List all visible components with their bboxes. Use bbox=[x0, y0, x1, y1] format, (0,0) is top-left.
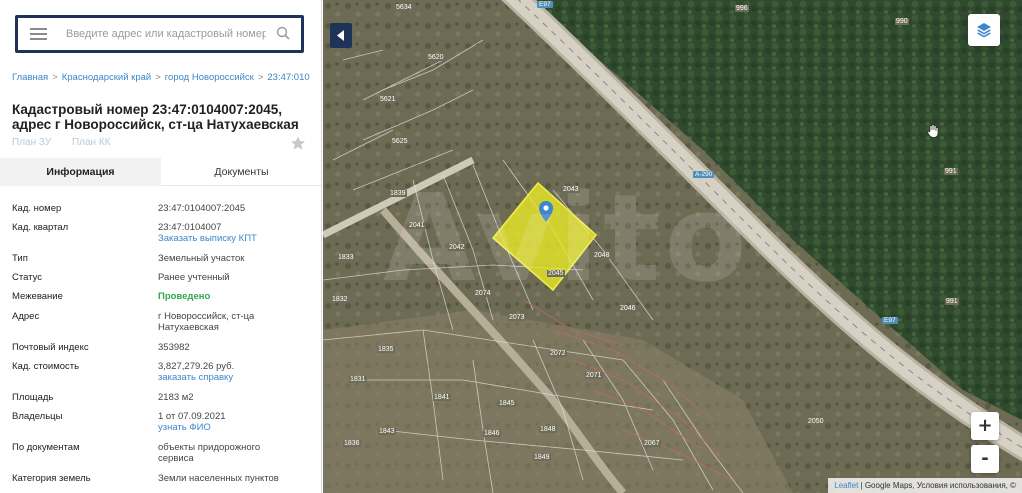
search-bar bbox=[15, 15, 304, 53]
plot-label: 996 bbox=[735, 5, 749, 12]
row-key: Категория земель bbox=[12, 473, 91, 484]
chevron-left-icon bbox=[337, 30, 344, 41]
plan-zu-link[interactable]: План ЗУ bbox=[12, 137, 51, 148]
plot-label: 5621 bbox=[379, 96, 397, 103]
breadcrumb-city[interactable]: город Новороссийск bbox=[165, 72, 254, 83]
plan-kk-link[interactable]: План КК bbox=[72, 137, 111, 148]
row-value-group: 3,827,279.26 руб. заказать справку bbox=[158, 361, 308, 383]
row-value: Земли населенных пунктов bbox=[158, 473, 279, 484]
layers-icon bbox=[977, 23, 991, 38]
row-key: Кад. квартал bbox=[12, 222, 69, 233]
plot-label: 2043 bbox=[562, 186, 580, 193]
order-kpt-link[interactable]: Заказать выписку КПТ bbox=[158, 233, 308, 244]
road-label-a290: A-290 bbox=[693, 171, 715, 178]
plot-label: 1841 bbox=[433, 394, 451, 401]
row-value: Земельный участок bbox=[158, 253, 245, 264]
owner-name-link[interactable]: узнать ФИО bbox=[158, 422, 308, 433]
breadcrumb-region[interactable]: Краснодарский край bbox=[62, 72, 151, 83]
zoom-in-button[interactable]: + bbox=[971, 412, 999, 440]
page-title: Кадастровый номер 23:47:0104007:2045, ад… bbox=[12, 102, 299, 132]
plot-label: 1839 bbox=[389, 190, 407, 197]
plot-label: 1836 bbox=[343, 440, 361, 447]
plot-label: 2074 bbox=[474, 290, 492, 297]
plot-label: 1848 bbox=[539, 426, 557, 433]
plot-label: 1849 bbox=[533, 454, 551, 461]
row-key: По документам bbox=[12, 442, 80, 453]
menu-icon[interactable] bbox=[30, 28, 47, 40]
row-value: 2183 м2 bbox=[158, 392, 194, 403]
hand-cursor-icon bbox=[927, 124, 939, 138]
row-value: Ранее учтенный bbox=[158, 272, 230, 283]
info-panel: Главная>Краснодарский край>город Новорос… bbox=[0, 0, 322, 493]
row-key: Статус bbox=[12, 272, 43, 283]
row-key: Площадь bbox=[12, 392, 54, 403]
tab-documents[interactable]: Документы bbox=[161, 158, 321, 186]
breadcrumb-quarter[interactable]: 23:47:010 bbox=[267, 72, 309, 83]
tab-info[interactable]: Информация bbox=[0, 158, 161, 186]
row-value: объекты придорожного сервиса bbox=[158, 442, 261, 464]
map-attribution: Leaflet | Google Maps, Условия использов… bbox=[828, 478, 1022, 493]
row-key: Адрес bbox=[12, 311, 40, 322]
row-key: Межевание bbox=[12, 291, 63, 302]
breadcrumb-home[interactable]: Главная bbox=[12, 72, 48, 83]
breadcrumb: Главная > Краснодарский край > город Новорос… bbox=[12, 72, 310, 83]
row-key: Почтовый индекс bbox=[12, 342, 89, 353]
row-key: Кад. стоимость bbox=[12, 361, 80, 372]
plot-label: 2067 bbox=[643, 440, 661, 447]
row-value-group: 1 от 07.09.2021 узнать ФИО bbox=[158, 411, 308, 433]
row-value: г Новороссийск, ст-ца Натухаевская bbox=[158, 311, 255, 333]
map-view[interactable]: Avito 5634 996 990 5620 5621 2043 2041 2… bbox=[323, 0, 1022, 493]
row-value: 3,827,279.26 руб. bbox=[158, 361, 235, 372]
plot-label: 1833 bbox=[337, 254, 355, 261]
plot-label: 2050 bbox=[807, 418, 825, 425]
plan-links: План ЗУ План КК bbox=[12, 137, 129, 148]
plot-label: 1846 bbox=[483, 430, 501, 437]
plot-label: 990 bbox=[895, 18, 909, 25]
plot-label: 5625 bbox=[391, 138, 409, 145]
plot-label: 2041 bbox=[408, 222, 426, 229]
plot-label: 991 bbox=[944, 168, 958, 175]
row-value: Проведено bbox=[158, 291, 211, 302]
row-value: 23:47:0104007:2045 bbox=[158, 203, 246, 214]
layers-button[interactable] bbox=[968, 14, 1000, 46]
star-icon[interactable] bbox=[290, 135, 306, 151]
plot-label: 2048 bbox=[593, 252, 611, 259]
row-value: 353982 bbox=[158, 342, 190, 353]
zoom-out-button[interactable]: - bbox=[971, 445, 999, 473]
plot-label: 2042 bbox=[448, 244, 466, 251]
row-value: 23:47:0104007 bbox=[158, 222, 222, 233]
attribution-text: | Google Maps, Условия использования, © bbox=[858, 481, 1016, 490]
plot-label: 2045 bbox=[547, 270, 565, 277]
plot-label: 1831 bbox=[349, 376, 367, 383]
search-input[interactable] bbox=[66, 25, 266, 43]
collapse-panel-button[interactable] bbox=[330, 23, 352, 48]
road-label-e97: E97 bbox=[537, 1, 553, 8]
plot-label: 991 bbox=[945, 298, 959, 305]
order-certificate-link[interactable]: заказать справку bbox=[158, 372, 308, 383]
tabs: Информация Документы bbox=[0, 158, 321, 186]
plot-label: 1843 bbox=[378, 428, 396, 435]
row-value: 1 от 07.09.2021 bbox=[158, 411, 226, 422]
plot-label: 5634 bbox=[395, 4, 413, 11]
leaflet-link[interactable]: Leaflet bbox=[834, 481, 858, 490]
plot-label: 1845 bbox=[498, 400, 516, 407]
plot-label: 2046 bbox=[619, 305, 637, 312]
plot-label: 1835 bbox=[377, 346, 395, 353]
road-label-e97: E97 bbox=[882, 317, 898, 324]
row-key: Владельцы bbox=[12, 411, 63, 422]
plot-label: 2072 bbox=[549, 350, 567, 357]
plot-label: 1832 bbox=[331, 296, 349, 303]
search-icon[interactable] bbox=[276, 26, 290, 40]
plot-label: 2071 bbox=[585, 372, 603, 379]
row-key: Кад. номер bbox=[12, 203, 62, 214]
plot-label: 5620 bbox=[427, 54, 445, 61]
plot-label: 2073 bbox=[508, 314, 526, 321]
row-key: Тип bbox=[12, 253, 28, 264]
row-value-group: 23:47:0104007 Заказать выписку КПТ bbox=[158, 222, 308, 244]
satellite-imagery bbox=[323, 0, 1022, 493]
